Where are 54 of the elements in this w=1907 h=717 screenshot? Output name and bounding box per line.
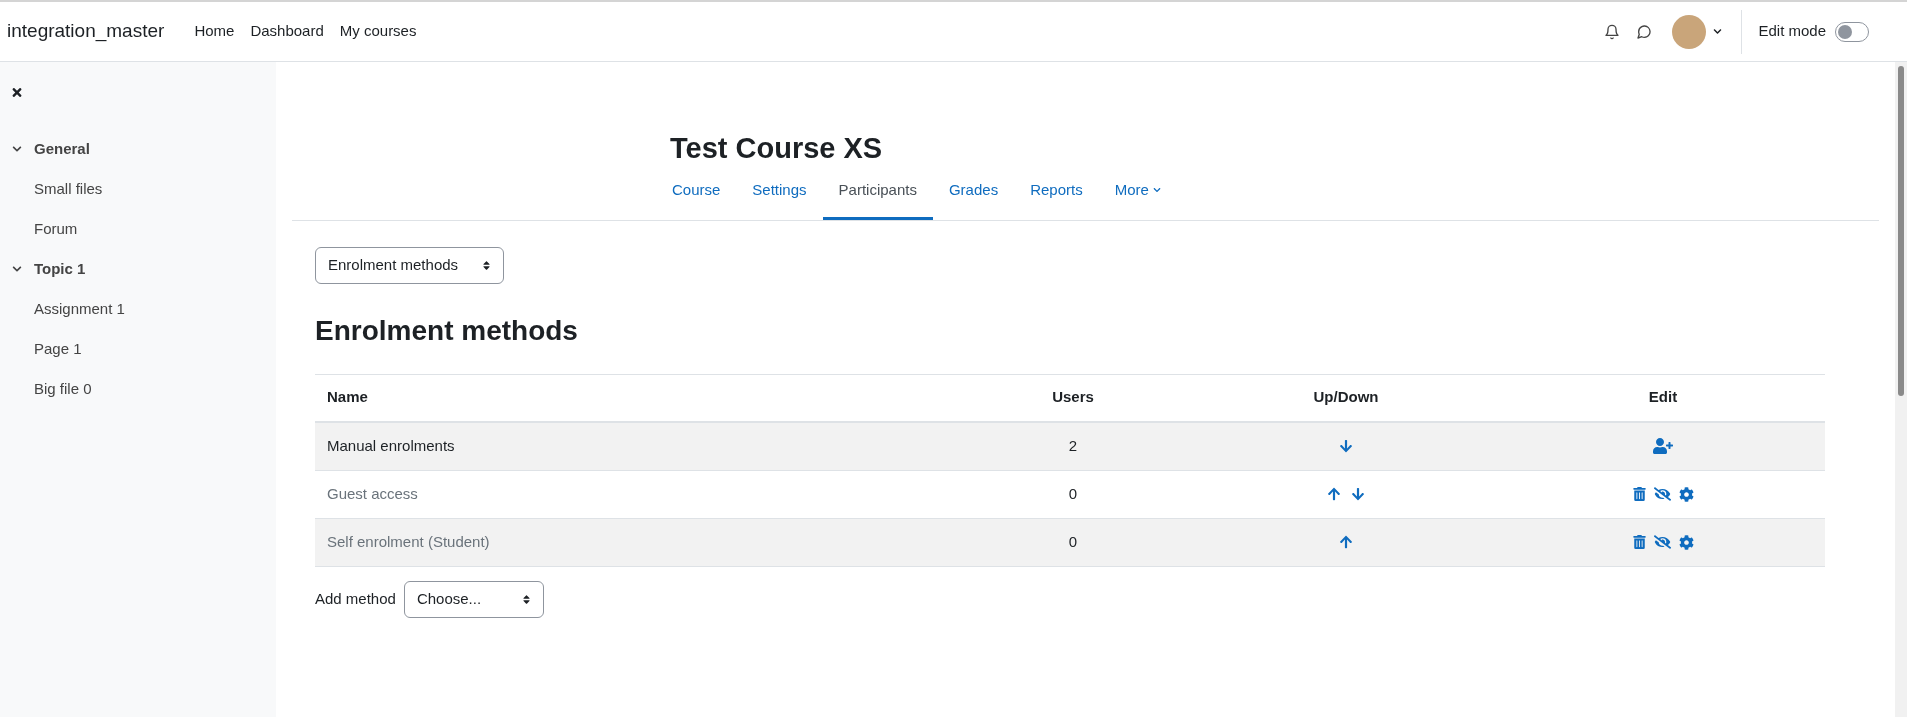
tab[interactable]: Course	[656, 173, 737, 220]
nav-link[interactable]: Home	[186, 20, 243, 43]
chat-bubble-icon[interactable]	[1636, 23, 1653, 40]
tab[interactable]: More	[1098, 173, 1177, 220]
activity-link[interactable]: Big file 0	[34, 377, 92, 401]
section-title[interactable]: Topic 1	[34, 257, 86, 281]
add-method-label: Add method	[315, 588, 396, 609]
activity-link[interactable]: Small files	[34, 177, 103, 201]
column-header: Edit	[1647, 387, 1679, 408]
eye-slash-icon[interactable]	[1653, 535, 1671, 549]
page-select[interactable]: Enrolment methods	[315, 246, 504, 284]
nav-link[interactable]: Dashboard	[242, 20, 332, 43]
user-count: 0	[1068, 531, 1078, 552]
close-icon[interactable]	[11, 86, 23, 99]
settings-icon[interactable]	[1678, 486, 1694, 502]
caret-icon[interactable]	[1713, 27, 1723, 36]
tab[interactable]: Settings	[736, 173, 823, 220]
page-heading: Enrolment methods	[315, 313, 579, 348]
method-name: Guest access	[327, 484, 418, 502]
sort-caret-icon	[482, 259, 491, 271]
method-name: Self enrolment (Student)	[327, 532, 490, 550]
user-count: 2	[1068, 435, 1078, 456]
scrollbar[interactable]	[1895, 62, 1907, 717]
column-header: Name	[326, 387, 369, 408]
edit-mode-label: Edit mode	[1758, 21, 1826, 42]
user-count: 0	[1068, 483, 1078, 504]
nav-link[interactable]: My courses	[331, 20, 425, 43]
course-title: Test Course XS	[670, 131, 884, 166]
add-method-select[interactable]: Choose...	[403, 580, 544, 618]
site-name[interactable]: integration_master	[7, 17, 165, 46]
method-name: Manual enrolments	[327, 436, 455, 454]
arrow-down-icon[interactable]	[1351, 487, 1365, 501]
user-plus-icon[interactable]	[1653, 438, 1673, 454]
column-header: Up/Down	[1312, 387, 1380, 408]
arrow-up-icon[interactable]	[1339, 535, 1353, 549]
activity-link[interactable]: Page 1	[34, 337, 82, 361]
eye-slash-icon[interactable]	[1653, 487, 1671, 501]
trash-icon[interactable]	[1632, 487, 1646, 501]
tab[interactable]: Grades	[932, 173, 1015, 220]
trash-icon[interactable]	[1632, 535, 1646, 549]
tab[interactable]: Reports	[1014, 173, 1099, 220]
arrow-up-icon[interactable]	[1327, 487, 1341, 501]
edit-mode-switch[interactable]	[1835, 21, 1869, 42]
column-header: Users	[1051, 387, 1095, 408]
notification-bell-icon[interactable]	[1604, 23, 1621, 40]
chevron-down-icon[interactable]	[12, 144, 22, 154]
activity-link[interactable]: Forum	[34, 217, 78, 241]
tab[interactable]: Participants	[822, 173, 933, 220]
sort-caret-icon	[521, 593, 531, 605]
arrow-down-icon[interactable]	[1339, 439, 1353, 453]
activity-link[interactable]: Assignment 1	[34, 297, 125, 321]
section-title[interactable]: General	[34, 137, 90, 161]
settings-icon[interactable]	[1678, 534, 1694, 550]
chevron-down-icon[interactable]	[12, 264, 22, 274]
